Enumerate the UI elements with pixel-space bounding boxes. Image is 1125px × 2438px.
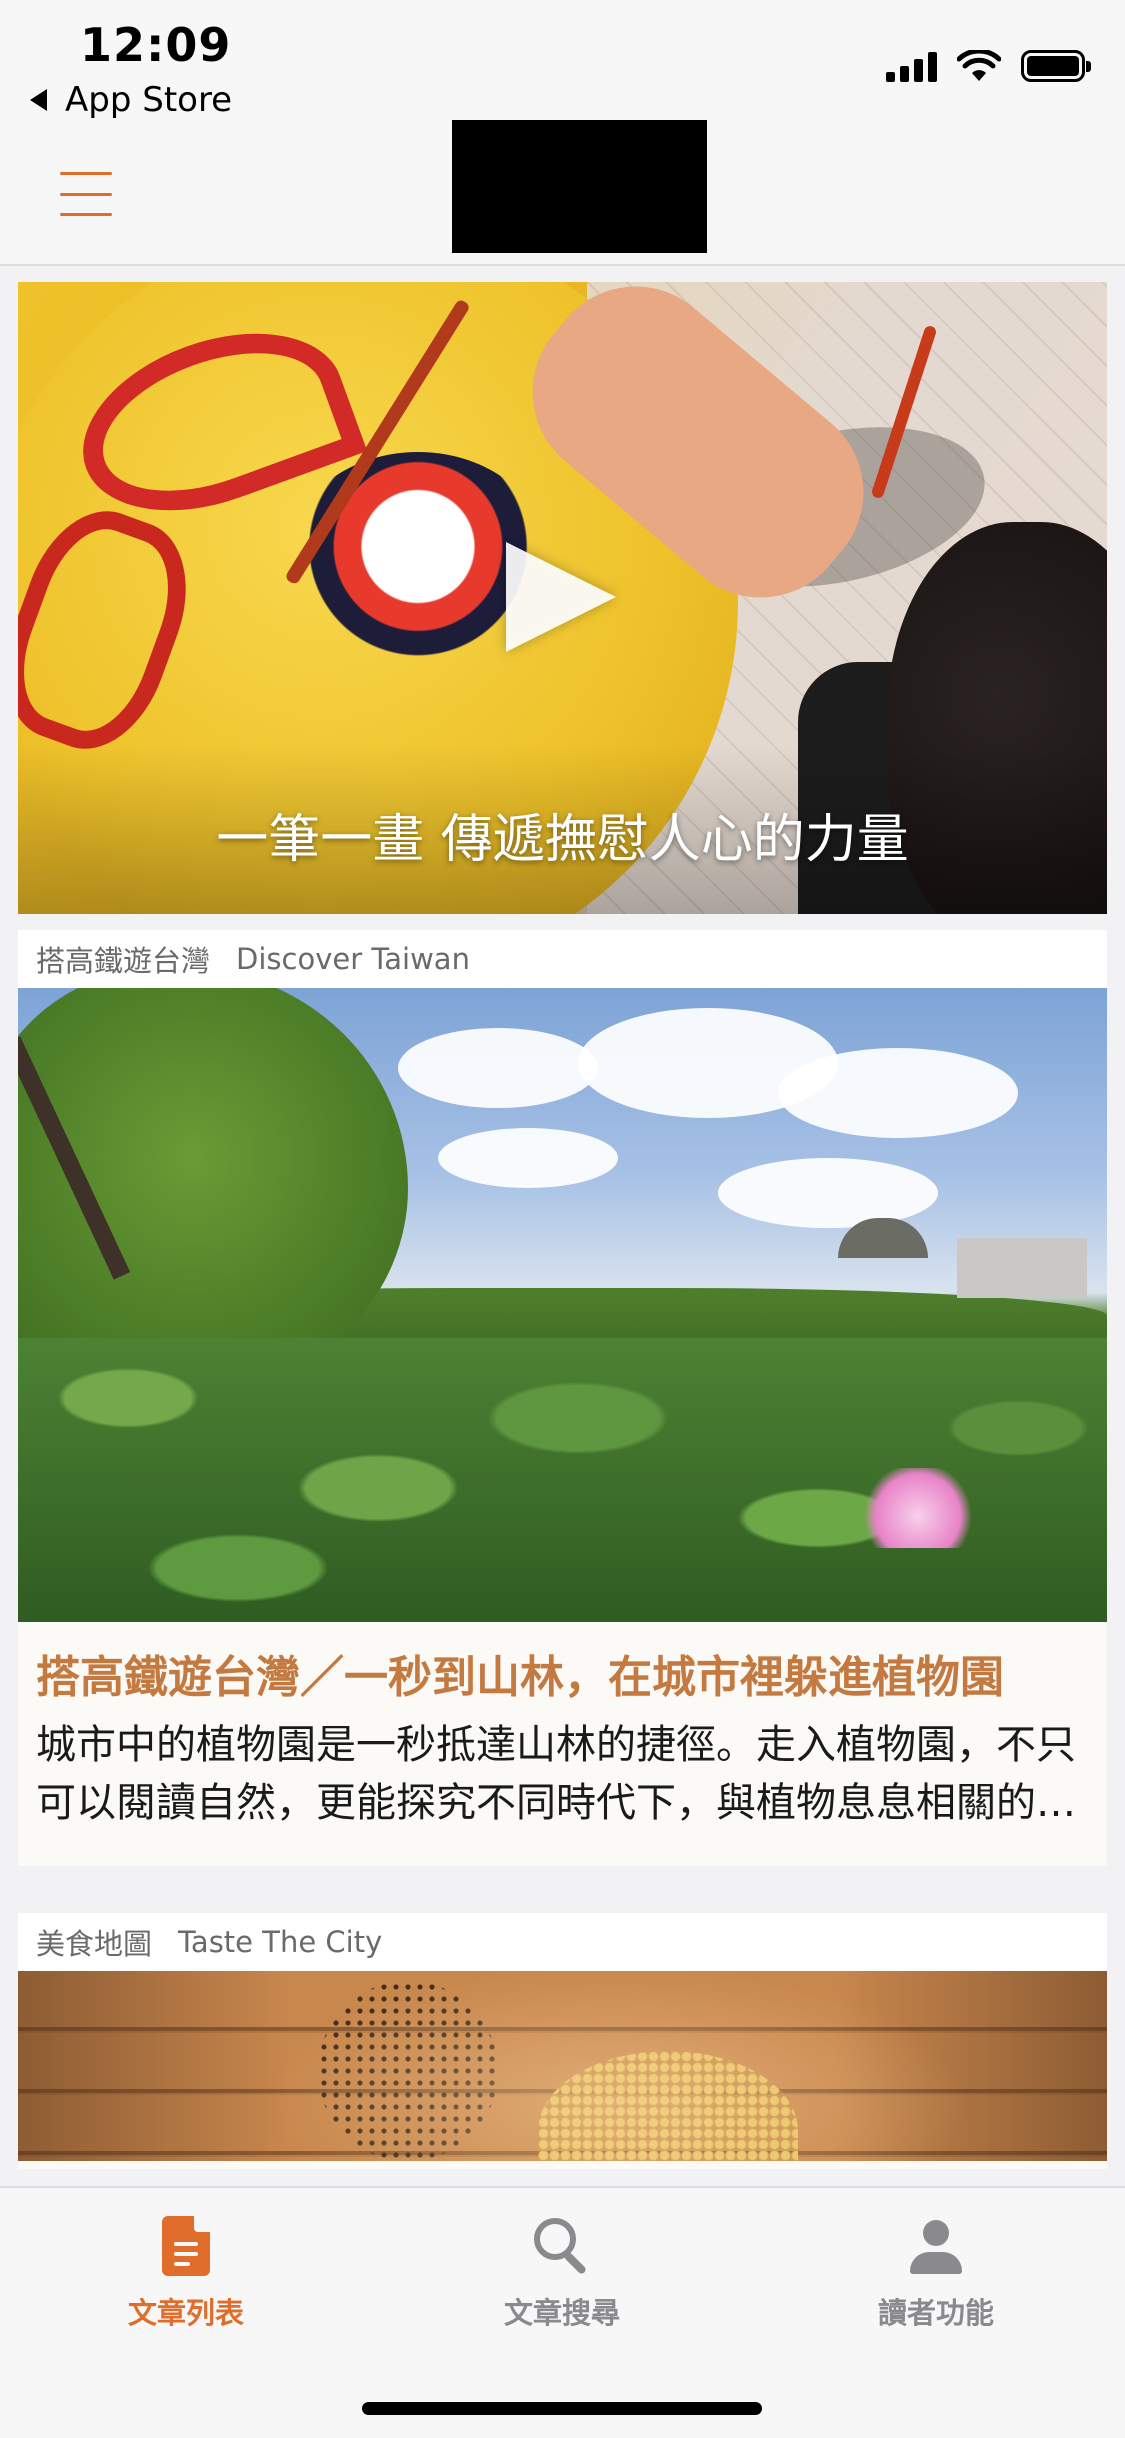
back-to-app-store[interactable]: App Store xyxy=(30,80,232,120)
battery-icon xyxy=(1021,50,1091,82)
search-icon xyxy=(532,2216,592,2276)
article-title: 搭高鐵遊台灣／一秒到山林，在城市裡躲進植物園 xyxy=(36,1652,1004,1703)
home-indicator[interactable] xyxy=(362,2402,762,2415)
tab-bar: 文章列表 文章搜尋 讀者功能 xyxy=(0,2186,1125,2438)
article-card[interactable]: 搭高鐵遊台灣 Discover Taiwan 搭高鐵遊台灣／一秒到山林，在城市裡… xyxy=(18,930,1107,1866)
category-label-en: Taste The City xyxy=(178,1925,383,1959)
featured-video[interactable]: 一筆一畫 傳遞撫慰人心的力量 xyxy=(18,282,1107,914)
tab-article-search[interactable]: 文章搜尋 xyxy=(452,2216,672,2332)
article-description: 城市中的植物園是一秒抵達山林的捷徑。走入植物園，不只可以閱讀自然，更能探究不同時… xyxy=(36,1722,1076,1826)
play-icon[interactable] xyxy=(506,542,616,652)
tab-label: 讀者功能 xyxy=(877,2296,994,2330)
logo-redacted xyxy=(452,120,707,253)
back-app-label: App Store xyxy=(65,80,233,120)
back-arrow-icon xyxy=(30,89,47,111)
wifi-icon xyxy=(957,50,1001,81)
document-icon xyxy=(162,2216,210,2276)
tab-article-list[interactable]: 文章列表 xyxy=(76,2216,296,2332)
status-bar: 12:09 App Store xyxy=(0,0,1125,130)
cellular-signal-icon xyxy=(886,50,937,82)
category-label: 美食地圖 xyxy=(36,1927,153,1961)
status-icons xyxy=(886,50,1091,82)
video-caption: 一筆一畫 傳遞撫慰人心的力量 xyxy=(216,810,909,870)
tab-label: 文章列表 xyxy=(127,2296,244,2330)
status-time: 12:09 xyxy=(80,18,232,72)
card-category-header: 搭高鐵遊台灣 Discover Taiwan xyxy=(18,930,1107,988)
article-image xyxy=(18,988,1107,1622)
category-label-en: Discover Taiwan xyxy=(236,942,470,976)
article-card[interactable]: 美食地圖 Taste The City xyxy=(18,1913,1107,2169)
article-image xyxy=(18,1971,1107,2161)
nav-bar xyxy=(0,120,1125,266)
card-category-header: 美食地圖 Taste The City xyxy=(18,1913,1107,1971)
tab-reader-functions[interactable]: 讀者功能 xyxy=(826,2216,1046,2332)
menu-icon[interactable] xyxy=(60,172,112,216)
category-label: 搭高鐵遊台灣 xyxy=(36,944,211,978)
person-icon xyxy=(906,2216,966,2276)
tab-label: 文章搜尋 xyxy=(503,2296,620,2330)
